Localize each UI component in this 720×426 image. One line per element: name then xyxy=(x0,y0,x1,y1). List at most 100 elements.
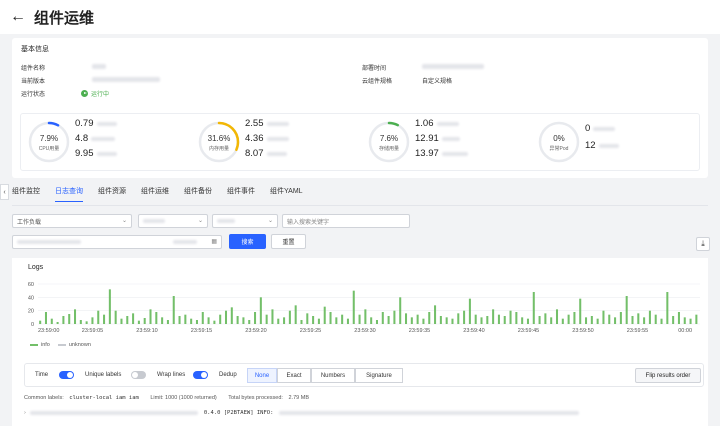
storage-gauge: 7.6% 存储用量 xyxy=(367,120,411,164)
chart-bar xyxy=(672,316,675,324)
chart-bar xyxy=(532,292,535,324)
component-name-value xyxy=(92,64,106,69)
chart-bar xyxy=(428,312,431,324)
tab-operations[interactable]: 组件运维 xyxy=(141,186,169,202)
cpu-value-1: 0.79 xyxy=(75,118,94,129)
chart-bar xyxy=(474,314,477,324)
workload-select[interactable]: 工作负载 ⌄ xyxy=(12,214,132,228)
chart-bar xyxy=(422,318,425,324)
container-select[interactable]: ⌄ xyxy=(212,214,278,228)
chart-bar xyxy=(631,316,634,324)
x-tick-label: 23:59:45 xyxy=(518,328,539,334)
storage-value-2: 12.91 xyxy=(415,133,439,144)
wrap-lines-label: Wrap lines xyxy=(157,372,186,378)
chart-bar xyxy=(126,316,129,324)
logs-meta: Common labels: cluster-local iam iam Lim… xyxy=(24,395,309,401)
time-toggle[interactable] xyxy=(59,371,74,379)
pod-value-2: 12 xyxy=(585,140,596,151)
status-badge: 运行中 xyxy=(81,89,109,98)
basic-info-card: 基本信息 组件名称 当前版本 运行状态 运行中 部署时间 云组件规格 自定义规格… xyxy=(12,38,708,178)
tab-resources[interactable]: 组件资源 xyxy=(98,186,126,202)
chart-bar xyxy=(91,317,94,324)
chart-bar xyxy=(74,309,77,324)
chart-bar xyxy=(399,297,402,324)
tab-events[interactable]: 组件事件 xyxy=(227,186,255,202)
workload-select-value: 工作负载 xyxy=(17,219,42,226)
chart-bar xyxy=(346,318,349,324)
chart-bar xyxy=(277,318,280,324)
tab-yaml[interactable]: 组件YAML xyxy=(270,186,303,202)
pod-value-1: 0 xyxy=(585,123,591,134)
cpu-label: CPU用量 xyxy=(38,146,60,152)
time-range-input[interactable]: ▦ xyxy=(12,235,222,249)
chart-bar xyxy=(590,316,593,324)
blurred-label xyxy=(598,144,619,148)
chart-bar xyxy=(97,310,100,324)
chevron-down-icon: ⌄ xyxy=(121,218,127,224)
chart-bar xyxy=(288,310,291,324)
dedup-numbers[interactable]: Numbers xyxy=(311,368,355,383)
calendar-icon: ▦ xyxy=(211,239,217,245)
chart-bar xyxy=(39,320,42,324)
chart-bar xyxy=(550,317,553,324)
pod-select[interactable]: ⌄ xyxy=(138,214,208,228)
collapse-arrow-icon[interactable]: ‹ xyxy=(0,184,9,200)
dedup-none[interactable]: None xyxy=(247,368,277,383)
blurred-label xyxy=(441,137,460,141)
arrow-left-icon[interactable]: ← xyxy=(10,9,26,25)
log-line-text: 0.4.0 [P2BTAEW] INFO: xyxy=(203,410,274,416)
cpu-metric: 7.9% CPU用量 0.79 4.8 9.95 xyxy=(21,114,191,172)
memory-value-2: 4.36 xyxy=(245,133,264,144)
log-controls: Time Unique labels Wrap lines Dedup None… xyxy=(24,363,704,387)
chart-bar xyxy=(497,314,500,324)
log-row[interactable]: › 0.4.0 [P2BTAEW] INFO: xyxy=(24,410,580,416)
chart-bar xyxy=(265,314,268,324)
chart-bar xyxy=(207,317,210,324)
reset-button[interactable]: 重置 xyxy=(271,234,306,249)
chart-bar xyxy=(323,306,326,324)
chart-bar xyxy=(143,318,146,324)
keyword-input[interactable]: 输入搜索关键字 xyxy=(282,214,410,228)
legend-label-unknown[interactable]: unknown xyxy=(69,342,91,348)
blurred-label xyxy=(96,122,117,126)
chart-bar xyxy=(236,316,239,324)
chart-bar xyxy=(312,316,315,324)
chart-bar xyxy=(683,317,686,324)
limit-text: Limit: 1000 (1000 returned) xyxy=(150,395,217,401)
legend-swatch-unknown xyxy=(57,344,66,346)
chart-bar xyxy=(486,316,489,324)
page-header: ← 组件运维 xyxy=(0,0,720,34)
tab-monitor[interactable]: 组件监控 xyxy=(12,186,40,202)
flip-results-button[interactable]: Flip results order xyxy=(635,368,701,383)
cpu-gauge: 7.9% CPU用量 xyxy=(27,120,71,164)
legend-label-info[interactable]: info xyxy=(41,342,50,348)
chart-bar xyxy=(643,317,646,324)
chart-bar xyxy=(219,314,222,324)
chart-bar xyxy=(62,316,65,324)
dedup-exact[interactable]: Exact xyxy=(277,368,311,383)
x-tick-label: 23:59:50 xyxy=(572,328,593,334)
chart-bar xyxy=(114,310,117,324)
chart-bar xyxy=(172,296,175,324)
tab-backup[interactable]: 组件备份 xyxy=(184,186,212,202)
download-icon[interactable]: ⤓ xyxy=(696,237,710,251)
memory-gauge: 31.6% 内存用量 xyxy=(197,120,241,164)
chevron-down-icon: ⌄ xyxy=(267,218,273,224)
search-button[interactable]: 搜索 xyxy=(229,234,266,249)
chart-bar xyxy=(56,322,59,324)
keyword-placeholder: 输入搜索关键字 xyxy=(287,219,330,226)
chart-bar xyxy=(50,318,53,324)
chart-bar xyxy=(248,320,251,324)
unique-labels-toggle[interactable] xyxy=(131,371,146,379)
y-tick-label: 40 xyxy=(28,295,34,301)
dedup-signature[interactable]: Signature xyxy=(355,368,403,383)
chart-bar xyxy=(242,317,245,324)
chart-bar xyxy=(120,318,123,324)
wrap-lines-toggle[interactable] xyxy=(193,371,208,379)
chart-bar xyxy=(526,318,529,324)
chart-bar xyxy=(364,309,367,324)
chart-bar xyxy=(103,314,106,324)
chart-bar xyxy=(509,310,512,324)
tab-log-query[interactable]: 日志查询 xyxy=(55,186,83,202)
chart-bar xyxy=(561,318,564,324)
